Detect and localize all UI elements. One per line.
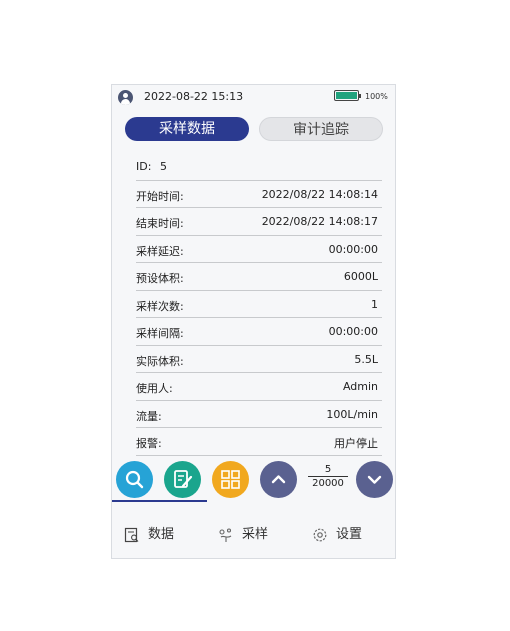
nav-item-sampling[interactable]: 采样 <box>218 523 268 543</box>
edit-button[interactable] <box>164 461 201 498</box>
detail-value: 00:00:00 <box>328 325 378 338</box>
detail-label: 采样次数: <box>136 299 184 313</box>
detail-label: 流量: <box>136 409 162 423</box>
detail-value: 6000L <box>343 270 378 283</box>
detail-row-sample-count: 采样次数: 1 <box>136 291 382 318</box>
search-button[interactable] <box>116 461 153 498</box>
bottom-nav: 数据 采样 设置 <box>112 505 395 560</box>
detail-label: 采样延迟: <box>136 244 184 258</box>
chevron-down-icon <box>367 475 382 484</box>
status-datetime: 2022-08-22 15:13 <box>144 90 244 103</box>
active-tool-indicator <box>112 500 207 502</box>
detail-row-preset-volume: 预设体积: 6000L <box>136 263 382 291</box>
detail-row-sample-delay: 采样延迟: 00:00:00 <box>136 236 382 263</box>
detail-row-user: 使用人: Admin <box>136 373 382 401</box>
page-down-button[interactable] <box>356 461 393 498</box>
pager: 5 20000 <box>308 464 348 489</box>
detail-label: 预设体积: <box>136 272 184 285</box>
detail-value: 100L/min <box>326 407 378 421</box>
detail-value: 5.5L <box>354 352 378 366</box>
device-screen: 2022-08-22 15:13 100% 采样数据 审计追踪 ID: 5 开始… <box>111 84 396 559</box>
detail-label: 结束时间: <box>136 217 184 230</box>
record-id-row: ID: 5 <box>136 153 382 181</box>
record-id-value: 5 <box>160 160 167 173</box>
page-up-button[interactable] <box>260 461 297 498</box>
detail-value: 2022/08/22 14:08:14 <box>261 187 378 201</box>
detail-label: 实际体积: <box>136 354 184 368</box>
detail-value: 2022/08/22 14:08:17 <box>261 215 378 228</box>
grid-button[interactable] <box>212 461 249 498</box>
detail-label: 使用人: <box>136 382 173 395</box>
pager-total: 20000 <box>312 478 344 489</box>
detail-label: 开始时间: <box>136 189 184 203</box>
detail-label: 采样间隔: <box>136 327 184 340</box>
nav-item-settings[interactable]: 设置 <box>312 523 362 543</box>
sampling-icon <box>219 527 232 542</box>
record-id-label: ID: <box>136 160 152 173</box>
detail-row-end-time: 结束时间: 2022/08/22 14:08:17 <box>136 208 382 236</box>
action-toolbar: 5 20000 <box>112 457 395 502</box>
nav-item-data[interactable]: 数据 <box>124 523 174 543</box>
detail-row-actual-volume: 实际体积: 5.5L <box>136 346 382 373</box>
user-avatar-icon[interactable] <box>118 90 133 105</box>
detail-label: 报警: <box>136 437 162 450</box>
detail-row-flow: 流量: 100L/min <box>136 401 382 428</box>
nav-label: 采样 <box>242 527 269 542</box>
battery-icon <box>334 90 361 101</box>
grid-icon <box>221 470 240 489</box>
pager-current: 5 <box>324 464 332 475</box>
status-bar: 2022-08-22 15:13 100% <box>112 85 395 109</box>
gear-icon <box>313 528 327 541</box>
detail-row-alarm: 报警: 用户停止 <box>136 428 382 456</box>
detail-value: 用户停止 <box>334 437 378 450</box>
detail-value: 1 <box>371 297 378 311</box>
detail-value: 00:00:00 <box>328 242 378 256</box>
nav-label: 设置 <box>336 527 363 542</box>
data-icon <box>124 527 139 542</box>
search-icon <box>125 470 144 489</box>
tab-audit-trail[interactable]: 审计追踪 <box>259 117 383 141</box>
chevron-up-icon <box>271 475 286 484</box>
detail-row-sample-interval: 采样间隔: 00:00:00 <box>136 318 382 346</box>
edit-icon <box>174 470 193 488</box>
tab-sample-data[interactable]: 采样数据 <box>125 117 249 141</box>
battery-percent: 100% <box>365 92 388 101</box>
nav-label: 数据 <box>148 527 175 542</box>
detail-value: Admin <box>342 380 378 393</box>
detail-row-start-time: 开始时间: 2022/08/22 14:08:14 <box>136 181 382 208</box>
record-details: ID: 5 开始时间: 2022/08/22 14:08:14 结束时间: 20… <box>136 153 382 456</box>
